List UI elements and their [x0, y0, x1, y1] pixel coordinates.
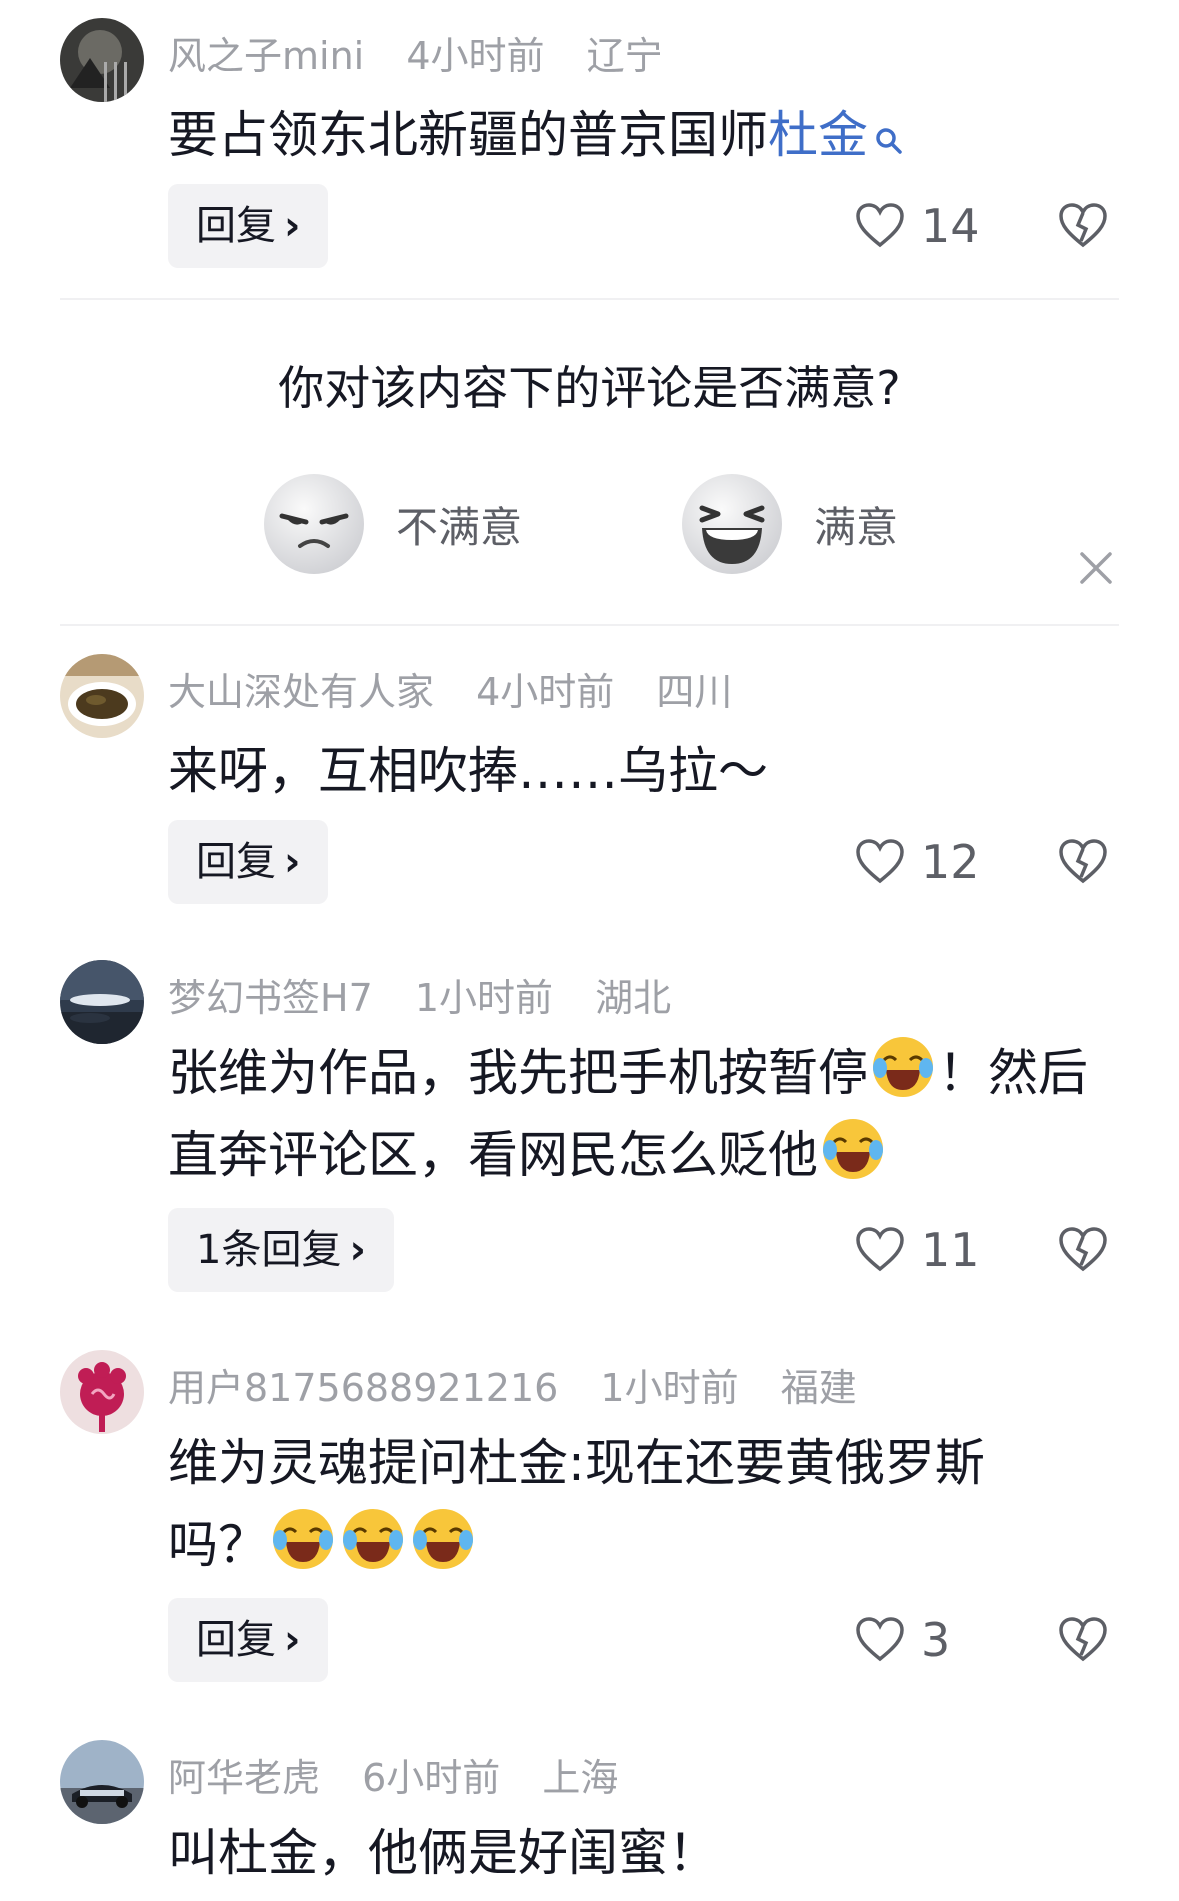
comment-meta: 梦幻书签H7 1小时前 湖北	[168, 970, 701, 1026]
username[interactable]: 风之子mini	[168, 34, 364, 78]
survey-question: 你对该内容下的评论是否满意?	[278, 361, 901, 415]
username[interactable]: 梦幻书签H7	[168, 976, 373, 1020]
dislike-button[interactable]	[1058, 820, 1108, 904]
username[interactable]: 阿华老虎	[168, 1756, 320, 1800]
comment-location: 湖北	[595, 976, 672, 1020]
laughing-crying-emoji-icon	[273, 1509, 333, 1569]
heart-outline-icon	[856, 839, 904, 884]
comment-time: 6小时前	[362, 1756, 501, 1800]
comment-meta: 用户8175688921216 1小时前 福建	[168, 1360, 887, 1416]
user-avatar[interactable]	[60, 1740, 144, 1824]
dislike-button[interactable]	[1058, 1208, 1108, 1292]
comment-meta: 阿华老虎 6小时前 上海	[168, 1750, 648, 1806]
comment-meta: 风之子mini 4小时前 辽宁	[168, 28, 693, 84]
comment-location: 辽宁	[586, 34, 663, 78]
comment-text: 张维为作品，我先把手机按暂停 ！然后直奔评论区，看网民怎么贬他	[168, 1032, 1128, 1196]
survey-satisfied-option[interactable]: 满意	[680, 472, 898, 576]
heart-outline-icon	[856, 1227, 904, 1272]
chevron-right-icon: ›	[284, 1617, 301, 1663]
user-avatar[interactable]	[60, 1350, 144, 1434]
laughing-crying-emoji-icon	[413, 1509, 473, 1569]
comment-text: 维为灵魂提问杜金:现在还要黄俄罗斯吗？	[168, 1434, 985, 1574]
like-count: 12	[921, 835, 980, 889]
broken-heart-icon	[1059, 839, 1107, 884]
comment-time: 1小时前	[600, 1366, 739, 1410]
survey-satisfied-label: 满意	[814, 502, 899, 552]
comment-location: 福建	[780, 1366, 857, 1410]
broken-heart-icon	[1059, 203, 1107, 248]
like-count: 11	[921, 1223, 980, 1277]
laughing-crying-emoji-icon	[823, 1119, 883, 1179]
comment-time: 1小时前	[414, 976, 554, 1020]
comment-time: 4小时前	[406, 34, 545, 78]
chevron-right-icon: ›	[349, 1227, 366, 1273]
close-icon[interactable]	[1076, 548, 1116, 588]
reply-button[interactable]: 回复 ›	[168, 1598, 329, 1682]
laughing-crying-emoji-icon	[343, 1509, 403, 1569]
reply-button[interactable]: 回复 ›	[168, 820, 329, 904]
reply-button[interactable]: 回复 ›	[168, 184, 329, 268]
broken-heart-icon	[1059, 1227, 1107, 1272]
like-button[interactable]: 14	[855, 184, 980, 268]
dislike-button[interactable]	[1058, 1598, 1108, 1682]
user-avatar[interactable]	[60, 654, 144, 738]
like-button[interactable]: 11	[855, 1208, 980, 1292]
user-avatar[interactable]	[60, 960, 144, 1044]
search-icon[interactable]	[874, 98, 904, 180]
replies-button[interactable]: 1条回复 ›	[168, 1208, 394, 1292]
like-count: 3	[921, 1613, 951, 1667]
like-count: 14	[921, 199, 980, 253]
dislike-button[interactable]	[1058, 184, 1108, 268]
username[interactable]: 用户8175688921216	[168, 1366, 558, 1410]
survey-unsatisfied-option[interactable]: 不满意	[262, 472, 522, 576]
mention-link[interactable]: 杜金	[768, 106, 868, 164]
like-button[interactable]: 12	[855, 820, 980, 904]
chevron-right-icon: ›	[284, 839, 301, 885]
comment-text: 要占领东北新疆的普京国师杜金	[168, 94, 1128, 180]
comment-meta: 大山深处有人家 4小时前 四川	[168, 664, 762, 720]
comment-location: 上海	[542, 1756, 619, 1800]
satisfied-face-icon	[682, 474, 782, 574]
unsatisfied-face-icon	[264, 474, 364, 574]
broken-heart-icon	[1059, 1617, 1107, 1662]
heart-outline-icon	[856, 203, 904, 248]
comment-location: 四川	[656, 670, 733, 714]
divider	[60, 298, 1119, 300]
username[interactable]: 大山深处有人家	[168, 670, 434, 714]
comment-time: 4小时前	[476, 670, 615, 714]
survey-unsatisfied-label: 不满意	[396, 502, 523, 552]
laughing-crying-emoji-icon	[873, 1037, 933, 1097]
user-avatar[interactable]	[60, 18, 144, 102]
like-button[interactable]: 3	[855, 1598, 950, 1682]
divider	[60, 624, 1119, 626]
comment-text: 来呀，互相吹捧……乌拉～	[168, 742, 768, 800]
heart-outline-icon	[856, 1617, 904, 1662]
chevron-right-icon: ›	[284, 203, 301, 249]
comment-text: 叫杜金，他俩是好闺蜜！	[168, 1824, 718, 1882]
